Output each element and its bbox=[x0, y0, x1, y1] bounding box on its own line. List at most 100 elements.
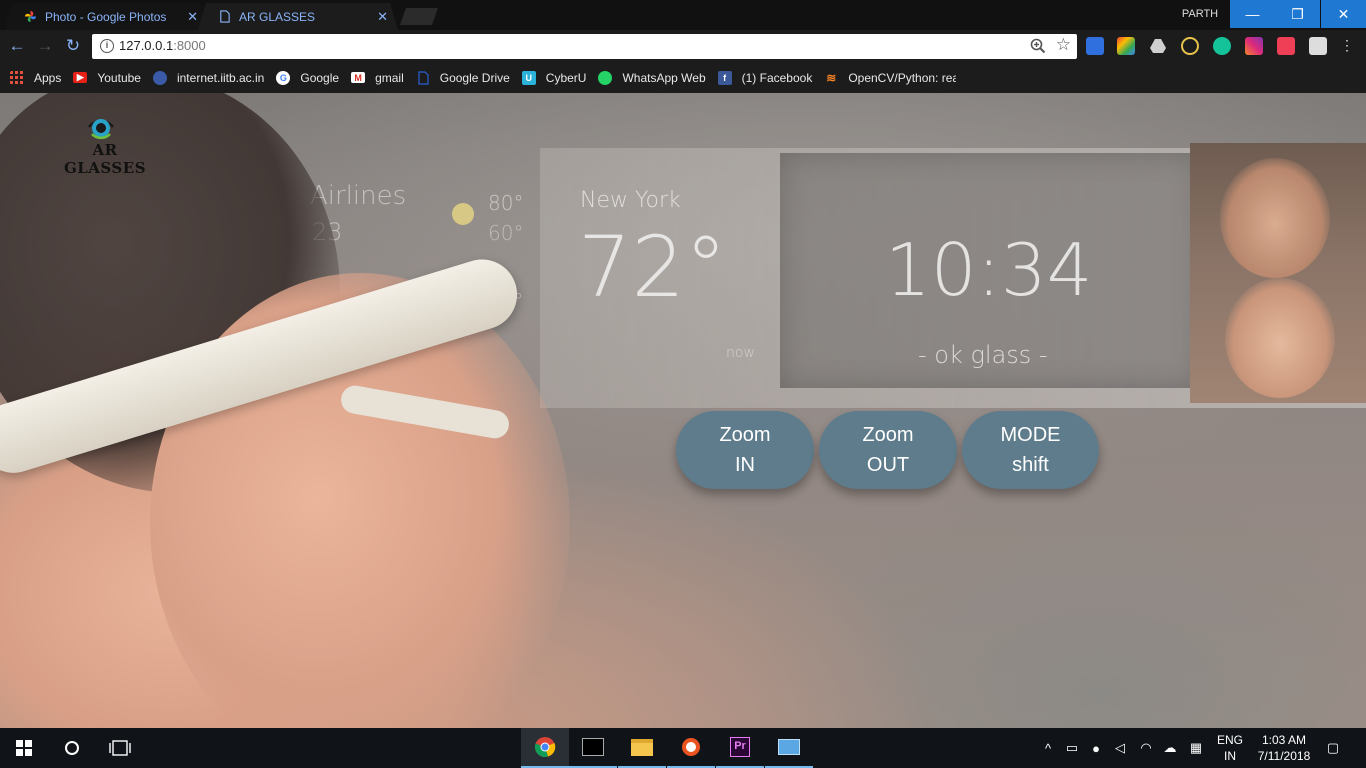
address-url: 127.0.0.1:8000 bbox=[119, 38, 206, 53]
zoom-in-button[interactable]: Zoom IN bbox=[676, 411, 814, 489]
zoom-icon[interactable] bbox=[1029, 37, 1047, 55]
address-bar[interactable]: i 127.0.0.1:8000 ☆ bbox=[92, 34, 1077, 59]
bookmark-iitb[interactable]: internet.iitb.ac.in bbox=[152, 70, 264, 85]
remote-desktop-icon bbox=[778, 739, 800, 755]
terminal-icon bbox=[582, 738, 604, 756]
photo-person bbox=[1220, 158, 1330, 278]
hud-time: 10:34 bbox=[885, 228, 1093, 312]
tab-title: AR GLASSES bbox=[239, 9, 316, 24]
page-icon bbox=[218, 10, 231, 23]
ar-glasses-logo: AR GLASSES bbox=[55, 111, 155, 177]
bookmark-youtube[interactable]: ▶ Youtube bbox=[73, 71, 141, 85]
start-button[interactable] bbox=[0, 728, 48, 768]
menu-icon[interactable]: ⋮ bbox=[1340, 37, 1354, 55]
coin-icon[interactable] bbox=[1181, 37, 1199, 55]
chrome-icon bbox=[534, 737, 556, 758]
forward-button[interactable]: → bbox=[36, 36, 54, 55]
mode-shift-button[interactable]: MODE shift bbox=[962, 411, 1099, 489]
onedrive-icon[interactable]: ☁ bbox=[1159, 728, 1181, 768]
instagram-icon[interactable] bbox=[1245, 37, 1263, 55]
taskbar-remote-desktop[interactable] bbox=[765, 728, 813, 768]
stackoverflow-icon: ≋ bbox=[826, 70, 837, 85]
hud-ok-glass: - ok glass - bbox=[918, 341, 1048, 369]
close-tab-icon[interactable]: ✕ bbox=[187, 9, 198, 25]
grammarly-icon[interactable] bbox=[1213, 37, 1231, 55]
bookmark-cyberu[interactable]: U CyberU bbox=[521, 70, 586, 85]
facebook-icon: f bbox=[717, 70, 732, 85]
bookmark-facebook[interactable]: f (1) Facebook bbox=[717, 70, 812, 85]
close-window-button[interactable]: ✕ bbox=[1321, 0, 1366, 28]
photo-person bbox=[1225, 278, 1335, 398]
taskbar: Pr ^ ▭ ● ◁ ◠ ☁ ▦ ENG IN 1:03 AM 7/11/201… bbox=[0, 728, 1366, 768]
whatsapp-icon bbox=[598, 70, 613, 85]
cortana-icon bbox=[65, 741, 79, 755]
sun-icon bbox=[452, 203, 474, 225]
new-tab-button[interactable] bbox=[400, 8, 438, 25]
taskbar-premiere[interactable]: Pr bbox=[716, 728, 764, 768]
apps-grid-icon bbox=[10, 70, 23, 84]
bookmark-gmail[interactable]: M gmail bbox=[351, 71, 404, 85]
zoom-out-button[interactable]: Zoom OUT bbox=[819, 411, 957, 489]
bookmark-whatsapp[interactable]: WhatsApp Web bbox=[598, 70, 706, 85]
bookmark-apps[interactable]: Apps bbox=[10, 70, 61, 85]
tab-ar-glasses[interactable]: AR GLASSES ✕ bbox=[198, 3, 398, 30]
pocket-icon[interactable] bbox=[1277, 37, 1295, 55]
info-icon[interactable]: i bbox=[100, 39, 114, 53]
youtube-icon: ▶ bbox=[73, 72, 88, 83]
volume-icon[interactable]: ◁ bbox=[1110, 728, 1130, 768]
logo-text: AR GLASSES bbox=[63, 141, 147, 177]
iitb-icon bbox=[152, 70, 167, 85]
tab-google-photos[interactable]: Photo - Google Photos ✕ bbox=[4, 3, 208, 30]
bookmark-opencv[interactable]: ≋ OpenCV/Python: rea bbox=[824, 71, 956, 85]
hud-airline: Airlines bbox=[310, 181, 407, 211]
tab-title: Photo - Google Photos bbox=[45, 9, 167, 24]
battery-icon[interactable]: ▭ bbox=[1062, 728, 1082, 768]
notifications-icon[interactable]: ▢ bbox=[1322, 728, 1344, 768]
language-indicator[interactable]: ENG IN bbox=[1212, 732, 1248, 764]
eye-icon bbox=[87, 119, 115, 140]
bookmark-star-icon[interactable]: ☆ bbox=[1056, 35, 1071, 55]
bookmarks-bar: Apps ▶ Youtube internet.iitb.ac.in G Goo… bbox=[0, 62, 1366, 93]
reload-button[interactable]: ↻ bbox=[64, 36, 82, 55]
back-button[interactable]: ← bbox=[8, 36, 26, 55]
bookmark-google[interactable]: G Google bbox=[276, 70, 339, 85]
browser-toolbar: ← → ↻ i 127.0.0.1:8000 ☆ ⋮ bbox=[0, 30, 1366, 62]
clock[interactable]: 1:03 AM 7/11/2018 bbox=[1248, 732, 1320, 764]
task-view-button[interactable] bbox=[96, 728, 144, 768]
droplet-icon[interactable]: ● bbox=[1087, 728, 1105, 768]
taskbar-ubuntu[interactable] bbox=[667, 728, 715, 768]
taskbar-file-explorer[interactable] bbox=[618, 728, 666, 768]
hud-temperature: 72° bbox=[578, 218, 727, 316]
close-tab-icon[interactable]: ✕ bbox=[377, 9, 388, 25]
extension-icon[interactable] bbox=[1309, 37, 1327, 55]
google-photos-icon bbox=[24, 10, 37, 23]
file-explorer-icon bbox=[631, 738, 653, 756]
task-view-icon bbox=[109, 740, 131, 756]
minimize-button[interactable]: — bbox=[1230, 0, 1275, 28]
page-viewport: Airlines 23 80° 60° 30° New York 72° now… bbox=[0, 93, 1366, 728]
s-extension-icon[interactable] bbox=[1117, 37, 1135, 55]
ubuntu-icon bbox=[682, 738, 700, 756]
hud-city: New York bbox=[580, 188, 681, 213]
gmail-icon: M bbox=[351, 72, 366, 83]
page-icon bbox=[418, 70, 429, 85]
show-hidden-icons[interactable]: ^ bbox=[1040, 728, 1056, 768]
maximize-button[interactable]: ❐ bbox=[1275, 0, 1320, 28]
tab-strip: Photo - Google Photos ✕ AR GLASSES ✕ PAR… bbox=[0, 0, 1366, 30]
taskbar-chrome[interactable] bbox=[521, 728, 569, 768]
profile-button[interactable]: PARTH bbox=[1170, 0, 1230, 30]
hud-temp-high: 80° bbox=[488, 191, 524, 215]
docs-icon[interactable] bbox=[1086, 37, 1104, 55]
taskbar-terminal[interactable] bbox=[569, 728, 617, 768]
windows-icon bbox=[16, 740, 32, 756]
bookmark-google-drive[interactable]: Google Drive bbox=[416, 71, 510, 85]
hud-temp-low: 60° bbox=[488, 221, 524, 245]
hud-now: now bbox=[726, 345, 755, 361]
wifi-icon[interactable]: ◠ bbox=[1135, 728, 1157, 768]
cyberu-icon: U bbox=[521, 70, 536, 85]
keyboard-icon[interactable]: ▦ bbox=[1184, 728, 1208, 768]
search-button[interactable] bbox=[48, 728, 96, 768]
drive-icon[interactable] bbox=[1149, 37, 1167, 55]
google-icon: G bbox=[276, 70, 291, 85]
premiere-pro-icon: Pr bbox=[730, 737, 750, 757]
